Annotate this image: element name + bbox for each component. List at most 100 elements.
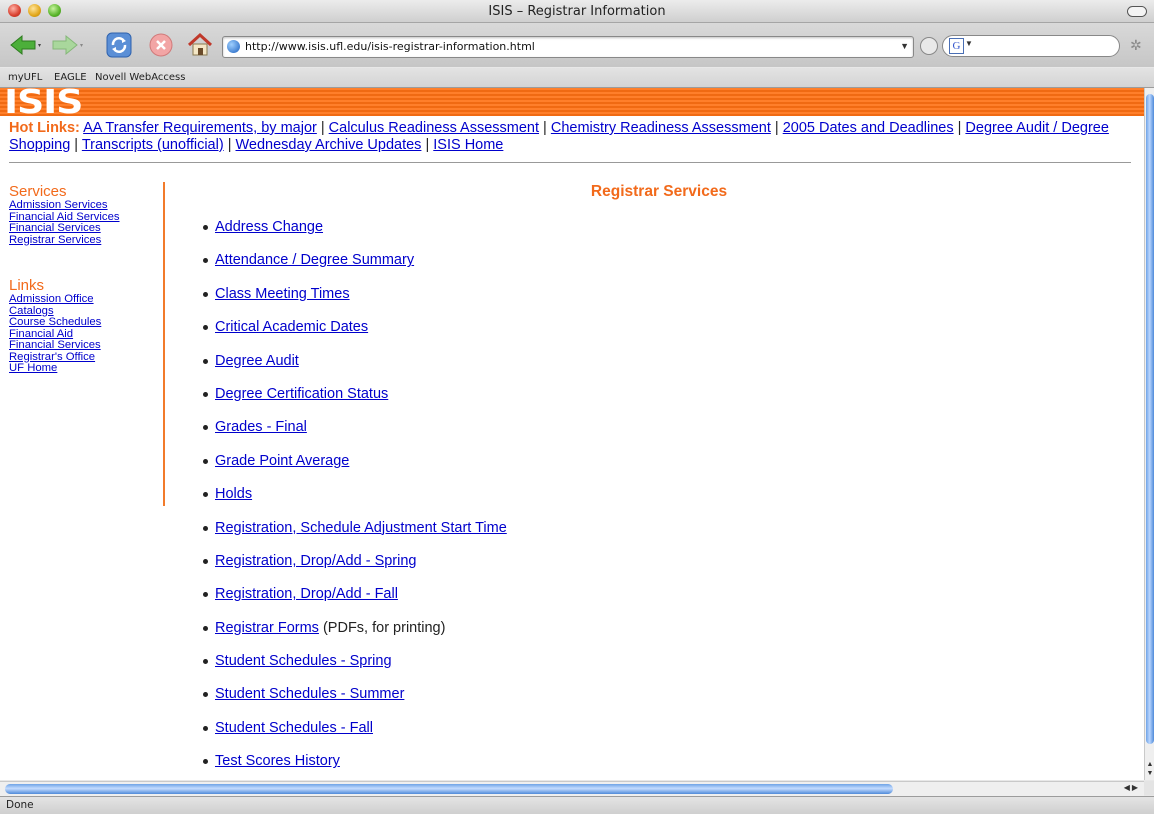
- window-title: ISIS – Registrar Information: [488, 4, 666, 19]
- service-link[interactable]: Registrar Forms: [215, 620, 319, 636]
- service-link[interactable]: Student Schedules - Fall: [215, 720, 373, 736]
- list-item: Student Schedules - Spring: [198, 652, 507, 685]
- url-text: http://www.isis.ufl.edu/isis-registrar-i…: [245, 40, 535, 53]
- scroll-corner: [1144, 781, 1154, 795]
- back-button[interactable]: [8, 31, 44, 59]
- list-item: Critical Academic Dates: [198, 318, 507, 351]
- list-item: Grades - Final: [198, 418, 507, 451]
- vertical-scroll-arrows[interactable]: ▲ ▼: [1145, 760, 1154, 778]
- separator: |: [316, 120, 329, 136]
- search-input[interactable]: G ▼: [942, 35, 1120, 57]
- list-item: Registration, Drop/Add - Fall: [198, 585, 507, 618]
- page-title: Registrar Services: [590, 183, 728, 200]
- list-item: Grade Point Average: [198, 452, 507, 485]
- status-bar: Done: [0, 796, 1154, 814]
- hotlink-wednesday-archive[interactable]: Wednesday Archive Updates: [236, 137, 422, 153]
- browser-toolbar: http://www.isis.ufl.edu/isis-registrar-i…: [0, 23, 1154, 67]
- toolbar-toggle-button[interactable]: [1127, 6, 1147, 17]
- forward-button[interactable]: [50, 31, 86, 59]
- globe-icon: [227, 40, 240, 53]
- list-item: Address Change: [198, 218, 507, 251]
- service-link[interactable]: Critical Academic Dates: [215, 319, 368, 335]
- services-list: Address Change Attendance / Degree Summa…: [198, 218, 507, 780]
- forward-arrow-icon: [52, 34, 83, 56]
- list-item: Degree Audit: [198, 352, 507, 385]
- list-item: Student Schedules - Summer: [198, 685, 507, 718]
- list-item: Registration, Schedule Adjustment Start …: [198, 519, 507, 552]
- url-field[interactable]: http://www.isis.ufl.edu/isis-registrar-i…: [222, 36, 914, 58]
- home-button[interactable]: [186, 31, 214, 59]
- window-titlebar: ISIS – Registrar Information: [0, 0, 1154, 23]
- list-item: Student Schedules - Fall: [198, 719, 507, 752]
- horizontal-scroll-arrows[interactable]: ◀▶: [1124, 783, 1140, 792]
- bookmark-myufl[interactable]: myUFL: [8, 72, 42, 83]
- reload-icon: [106, 32, 132, 58]
- service-link[interactable]: Registration, Drop/Add - Spring: [215, 553, 417, 569]
- bookmark-eagle[interactable]: EAGLE: [54, 72, 87, 83]
- google-icon[interactable]: G: [949, 38, 964, 54]
- sidebar-link-financial-services-office[interactable]: Financial Services: [9, 339, 159, 352]
- list-item: Attendance / Degree Summary: [198, 251, 507, 284]
- vertical-scrollbar[interactable]: ▲ ▼: [1144, 88, 1154, 780]
- sidebar-link-registrar-services[interactable]: Registrar Services: [9, 234, 159, 247]
- history-dropdown-icon[interactable]: ▼: [900, 41, 909, 51]
- service-link[interactable]: Holds: [215, 486, 252, 502]
- divider: [9, 162, 1131, 163]
- home-icon: [187, 32, 213, 56]
- hotlink-chemistry-readiness[interactable]: Chemistry Readiness Assessment: [551, 120, 771, 136]
- separator: |: [223, 137, 236, 153]
- service-link[interactable]: Registration, Drop/Add - Fall: [215, 586, 398, 602]
- separator: |: [421, 137, 434, 153]
- sidebar-link-admission-services[interactable]: Admission Services: [9, 199, 159, 212]
- separator: |: [70, 137, 82, 153]
- services-heading: Services: [9, 183, 67, 200]
- service-link[interactable]: Grades - Final: [215, 419, 307, 435]
- sidebar-link-financial-services[interactable]: Financial Services: [9, 222, 159, 235]
- service-link[interactable]: Degree Certification Status: [215, 386, 388, 402]
- isis-logo[interactable]: ISIS: [4, 88, 83, 118]
- activity-spinner-icon: ✲: [1130, 37, 1142, 53]
- stop-button[interactable]: [146, 31, 176, 59]
- service-link[interactable]: Grade Point Average: [215, 453, 349, 469]
- vertical-scroll-thumb[interactable]: [1146, 94, 1154, 744]
- list-item: Registration, Drop/Add - Spring: [198, 552, 507, 585]
- separator: |: [953, 120, 966, 136]
- hotlink-calculus-readiness[interactable]: Calculus Readiness Assessment: [329, 120, 539, 136]
- service-note: (PDFs, for printing): [318, 619, 446, 636]
- hotlink-aa-transfer[interactable]: AA Transfer Requirements, by major: [83, 120, 317, 136]
- list-item: Degree Certification Status: [198, 385, 507, 418]
- back-arrow-icon: [10, 34, 41, 56]
- hotlink-isis-home[interactable]: ISIS Home: [433, 137, 503, 153]
- hotlink-dates-deadlines[interactable]: 2005 Dates and Deadlines: [783, 120, 954, 136]
- list-item: Registrar Forms (PDFs, for printing): [198, 619, 507, 652]
- separator: |: [539, 120, 551, 136]
- service-link[interactable]: Test Scores History: [215, 753, 340, 769]
- service-link[interactable]: Attendance / Degree Summary: [215, 252, 414, 268]
- hot-links-label: Hot Links:: [9, 120, 80, 136]
- bookmarks-bar: myUFL EAGLE Novell WebAccess: [0, 68, 1154, 88]
- separator: |: [770, 120, 783, 136]
- sidebar-link-uf-home[interactable]: UF Home: [9, 362, 159, 375]
- service-link[interactable]: Degree Audit: [215, 353, 299, 369]
- sidebar-link-admission-office[interactable]: Admission Office: [9, 293, 159, 306]
- sidebar-divider: [163, 182, 165, 506]
- service-link[interactable]: Student Schedules - Spring: [215, 653, 392, 669]
- header-banner: ISIS: [0, 88, 1144, 118]
- horizontal-scroll-thumb[interactable]: [5, 784, 893, 794]
- search-engine-dropdown-icon[interactable]: ▼: [965, 39, 973, 48]
- list-item: Class Meeting Times: [198, 285, 507, 318]
- hotlink-transcripts[interactable]: Transcripts (unofficial): [82, 137, 224, 153]
- status-text: Done: [6, 799, 34, 811]
- page-content: ISIS Hot Links: AA Transfer Requirements…: [0, 88, 1144, 780]
- service-link[interactable]: Student Schedules - Summer: [215, 686, 404, 702]
- go-button[interactable]: [920, 37, 938, 55]
- service-link[interactable]: Class Meeting Times: [215, 286, 350, 302]
- hot-links: Hot Links: AA Transfer Requirements, by …: [9, 120, 1134, 154]
- sidebar-link-course-schedules[interactable]: Course Schedules: [9, 316, 159, 329]
- bookmark-novell-webaccess[interactable]: Novell WebAccess: [95, 72, 185, 83]
- service-link[interactable]: Address Change: [215, 219, 323, 235]
- horizontal-scrollbar[interactable]: ◀▶: [0, 781, 1144, 796]
- stop-icon: [149, 33, 173, 57]
- reload-button[interactable]: [104, 31, 134, 59]
- service-link[interactable]: Registration, Schedule Adjustment Start …: [215, 520, 507, 536]
